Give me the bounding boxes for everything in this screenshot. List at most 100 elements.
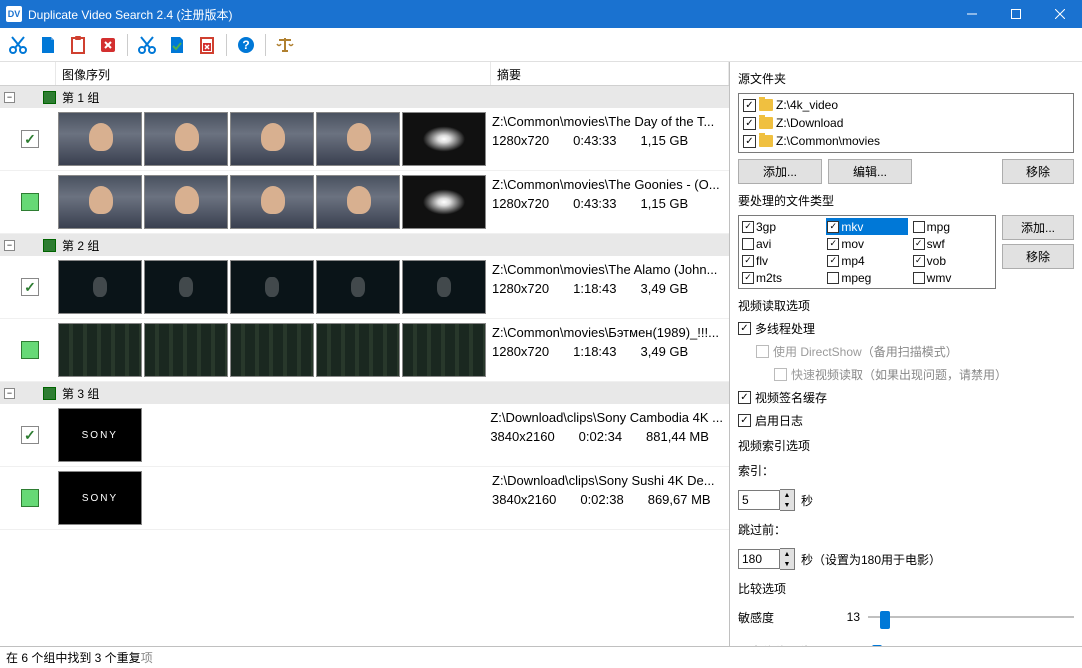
filetype-checkbox[interactable] (827, 238, 839, 250)
index-options-label: 视频索引选项 (738, 437, 1074, 454)
group-checkbox[interactable] (43, 91, 56, 104)
add-folder-button[interactable]: 添加... (738, 159, 822, 184)
remove-folder-button[interactable]: 移除 (1002, 159, 1074, 184)
enablelog-checkbox[interactable]: 启用日志 (738, 412, 1074, 429)
group-header[interactable]: − 第 3 组 (0, 382, 729, 404)
thumbnails (58, 175, 488, 229)
doc-check-button[interactable] (163, 31, 191, 59)
filetype-item[interactable]: mpg (912, 218, 993, 235)
thumbnails (58, 260, 488, 314)
close-button[interactable] (1038, 0, 1082, 28)
doc-delete-button[interactable] (193, 31, 221, 59)
row-checkbox[interactable] (21, 193, 39, 211)
filetype-item[interactable]: wmv (912, 269, 993, 286)
cut-button[interactable] (4, 31, 32, 59)
maxoffset-slider[interactable] (868, 641, 1074, 646)
thumbnail (230, 175, 314, 229)
duration: 0:02:34 (579, 429, 622, 444)
filetype-item[interactable]: mkv (826, 218, 907, 235)
filetype-item[interactable]: vob (912, 252, 993, 269)
new-doc-button[interactable] (34, 31, 62, 59)
filetype-item[interactable]: avi (741, 235, 822, 252)
thumbnails (58, 112, 488, 166)
filetype-checkbox[interactable] (742, 238, 754, 250)
filetype-item[interactable]: mpeg (826, 269, 907, 286)
results-rows[interactable]: −第 1 组✓Z:\Common\movies\The Day of the T… (0, 86, 729, 646)
filetype-checkbox[interactable] (913, 221, 925, 233)
delete-button[interactable] (94, 31, 122, 59)
resolution: 1280x720 (492, 133, 549, 148)
filetype-item[interactable]: flv (741, 252, 822, 269)
filetype-item[interactable]: 3gp (741, 218, 822, 235)
result-row[interactable]: ✓ Z:\Common\movies\The Alamo (John...1280… (0, 256, 729, 319)
result-row[interactable]: SONYZ:\Download\clips\Sony Sushi 4K De..… (0, 467, 729, 530)
folder-path: Z:\4k_video (776, 98, 838, 112)
app-icon: DV (6, 6, 22, 22)
sensitivity-slider[interactable] (868, 607, 1074, 627)
folder-item[interactable]: Z:\4k_video (741, 96, 1071, 114)
maximize-button[interactable] (994, 0, 1038, 28)
folder-checkbox[interactable] (743, 99, 756, 112)
filetype-item[interactable]: mov (826, 235, 907, 252)
edit-folder-button[interactable]: 编辑... (828, 159, 912, 184)
filetype-item[interactable]: m2ts (741, 269, 822, 286)
file-path: Z:\Download\clips\Sony Sushi 4K De... (492, 473, 723, 488)
result-row[interactable]: ✓Z:\Common\movies\The Day of the T...128… (0, 108, 729, 171)
directshow-checkbox: 使用 DirectShow（备用扫描模式） (756, 343, 1074, 360)
row-summary: Z:\Common\movies\The Alamo (John...1280x… (488, 260, 727, 314)
filetype-checkbox[interactable] (742, 255, 754, 267)
filetype-item[interactable]: mp4 (826, 252, 907, 269)
result-row[interactable]: ✓SONYZ:\Download\clips\Sony Cambodia 4K … (0, 404, 729, 467)
thumbnail (316, 260, 400, 314)
skip-label: 跳过前： (738, 521, 788, 538)
add-filetype-button[interactable]: 添加... (1002, 215, 1074, 240)
group-checkbox[interactable] (43, 387, 56, 400)
col-check[interactable] (0, 62, 56, 85)
filetype-checkbox[interactable] (827, 272, 839, 284)
col-sequence[interactable]: 图像序列 (56, 62, 491, 85)
collapse-icon[interactable]: − (4, 92, 15, 103)
filetype-checkbox[interactable] (827, 221, 839, 233)
filetype-checkbox[interactable] (913, 272, 925, 284)
cut-alt-button[interactable] (133, 31, 161, 59)
balance-button[interactable] (271, 31, 299, 59)
minimize-button[interactable] (950, 0, 994, 28)
row-checkbox[interactable]: ✓ (21, 130, 39, 148)
collapse-icon[interactable]: − (4, 388, 15, 399)
resolution: 3840x2160 (492, 492, 556, 507)
file-path: Z:\Common\movies\Бэтмен(1989)_!!!... (492, 325, 723, 340)
resolution: 1280x720 (492, 281, 549, 296)
folder-list[interactable]: Z:\4k_video Z:\DownloadZ:\Common\movies (738, 93, 1074, 153)
help-button[interactable]: ? (232, 31, 260, 59)
filetype-ext: 3gp (756, 220, 776, 234)
clipboard-button[interactable] (64, 31, 92, 59)
filetype-checkbox[interactable] (742, 272, 754, 284)
filetype-checkbox[interactable] (913, 255, 925, 267)
multithread-checkbox[interactable]: 多线程处理 (738, 320, 1074, 337)
filetype-item[interactable]: swf (912, 235, 993, 252)
remove-filetype-button[interactable]: 移除 (1002, 244, 1074, 269)
folder-item[interactable]: Z:\Download (741, 114, 1071, 132)
folder-checkbox[interactable] (743, 135, 756, 148)
sigcache-checkbox[interactable]: 视频签名缓存 (738, 389, 1074, 406)
folder-item[interactable]: Z:\Common\movies (741, 132, 1071, 150)
group-label: 第 3 组 (62, 385, 99, 402)
row-checkbox[interactable] (21, 489, 39, 507)
index-spinner[interactable]: ▲▼ (738, 489, 795, 511)
result-row[interactable]: Z:\Common\movies\Бэтмен(1989)_!!!...1280… (0, 319, 729, 382)
row-checkbox[interactable] (21, 341, 39, 359)
result-row[interactable]: Z:\Common\movies\The Goonies - (O...1280… (0, 171, 729, 234)
group-checkbox[interactable] (43, 239, 56, 252)
filetype-checkbox[interactable] (742, 221, 754, 233)
filetype-checkbox[interactable] (913, 238, 925, 250)
group-header[interactable]: −第 1 组 (0, 86, 729, 108)
group-header[interactable]: −第 2 组 (0, 234, 729, 256)
skip-spinner[interactable]: ▲▼ (738, 548, 795, 570)
col-summary[interactable]: 摘要 (491, 62, 729, 85)
filetype-checkbox[interactable] (827, 255, 839, 267)
folder-checkbox[interactable] (743, 117, 756, 130)
filetype-list[interactable]: 3gp mkvmpg avimovswf flvmp4 vob m2tsmpegwmv (738, 215, 996, 289)
row-checkbox[interactable]: ✓ (21, 278, 39, 296)
row-checkbox[interactable]: ✓ (21, 426, 39, 444)
collapse-icon[interactable]: − (4, 240, 15, 251)
